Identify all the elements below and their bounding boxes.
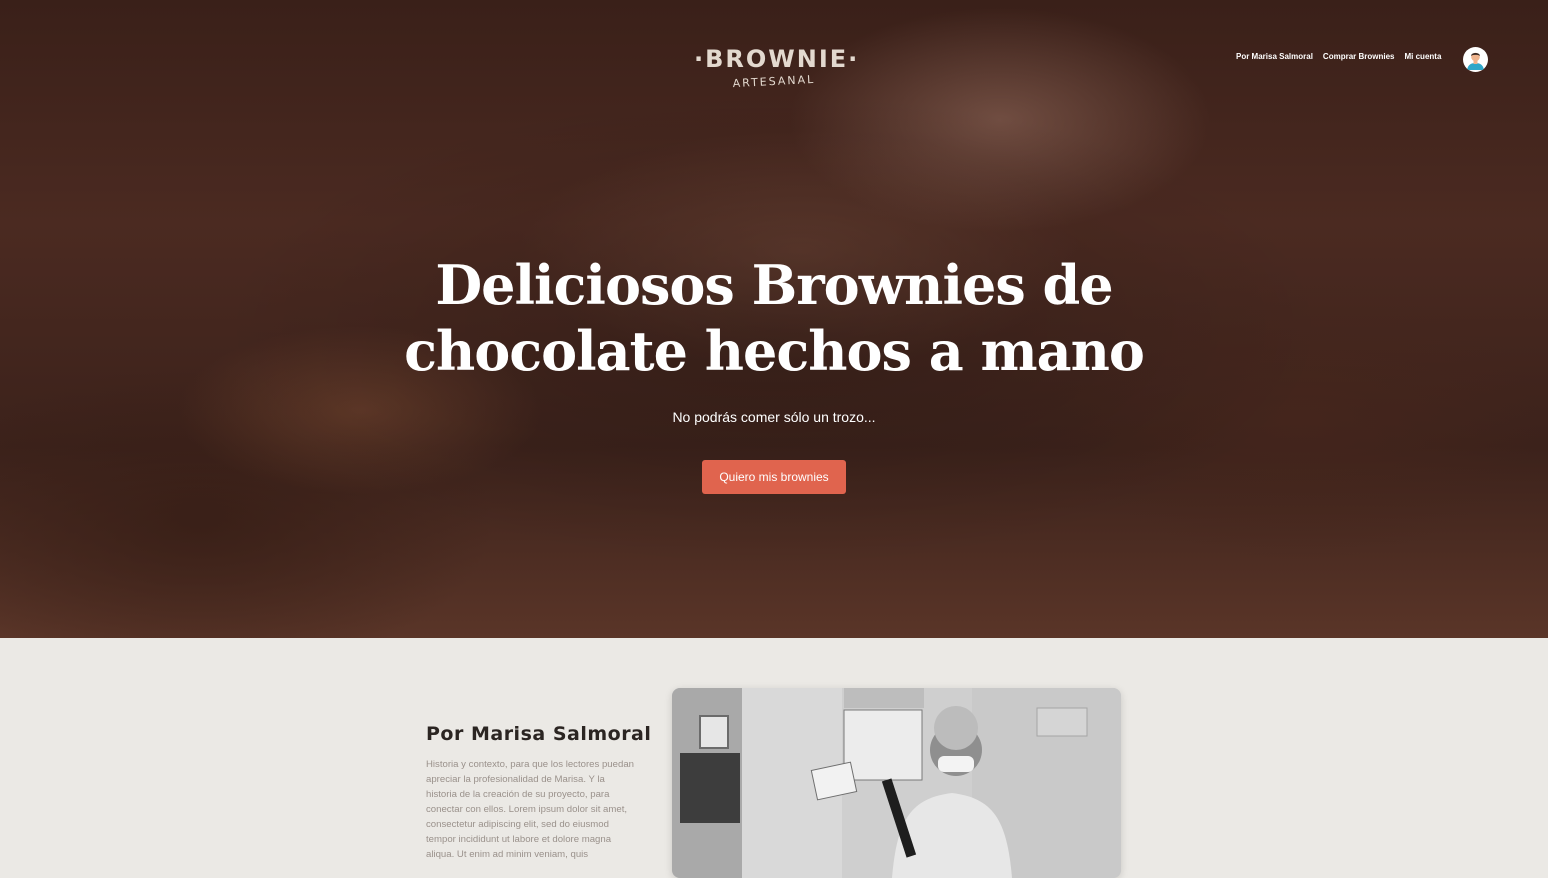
site-logo[interactable]: ·BROWNIE· ARTESANAL <box>694 44 860 94</box>
about-text: Historia y contexto, para que los lector… <box>426 759 634 860</box>
hero-subtitle: No podrás comer sólo un trozo... <box>672 409 876 425</box>
logo-sub-text: ARTESANAL <box>732 72 816 91</box>
logo-main-text: ·BROWNIE· <box>694 45 860 73</box>
user-avatar-icon[interactable] <box>1463 47 1488 72</box>
hero-title-line-2: chocolate hechos a mano <box>404 319 1145 383</box>
nav-link-comprar[interactable]: Comprar Brownies <box>1323 52 1395 61</box>
about-title: Por Marisa Salmoral <box>426 723 652 745</box>
hero-title: Deliciosos Brownies de chocolate hechos … <box>374 252 1174 384</box>
cta-button[interactable]: Quiero mis brownies <box>702 460 846 494</box>
hero-section: ·BROWNIE· ARTESANAL Por Marisa Salmoral … <box>0 0 1548 638</box>
main-nav: Por Marisa Salmoral Comprar Brownies Mi … <box>1236 52 1441 61</box>
about-section: Por Marisa Salmoral Historia y contexto,… <box>0 638 1548 878</box>
hero-title-line-1: Deliciosos Brownies de <box>435 253 1113 317</box>
nav-link-mi-cuenta[interactable]: Mi cuenta <box>1405 52 1442 61</box>
nav-link-por-marisa[interactable]: Por Marisa Salmoral <box>1236 52 1313 61</box>
about-photo <box>672 688 1121 878</box>
